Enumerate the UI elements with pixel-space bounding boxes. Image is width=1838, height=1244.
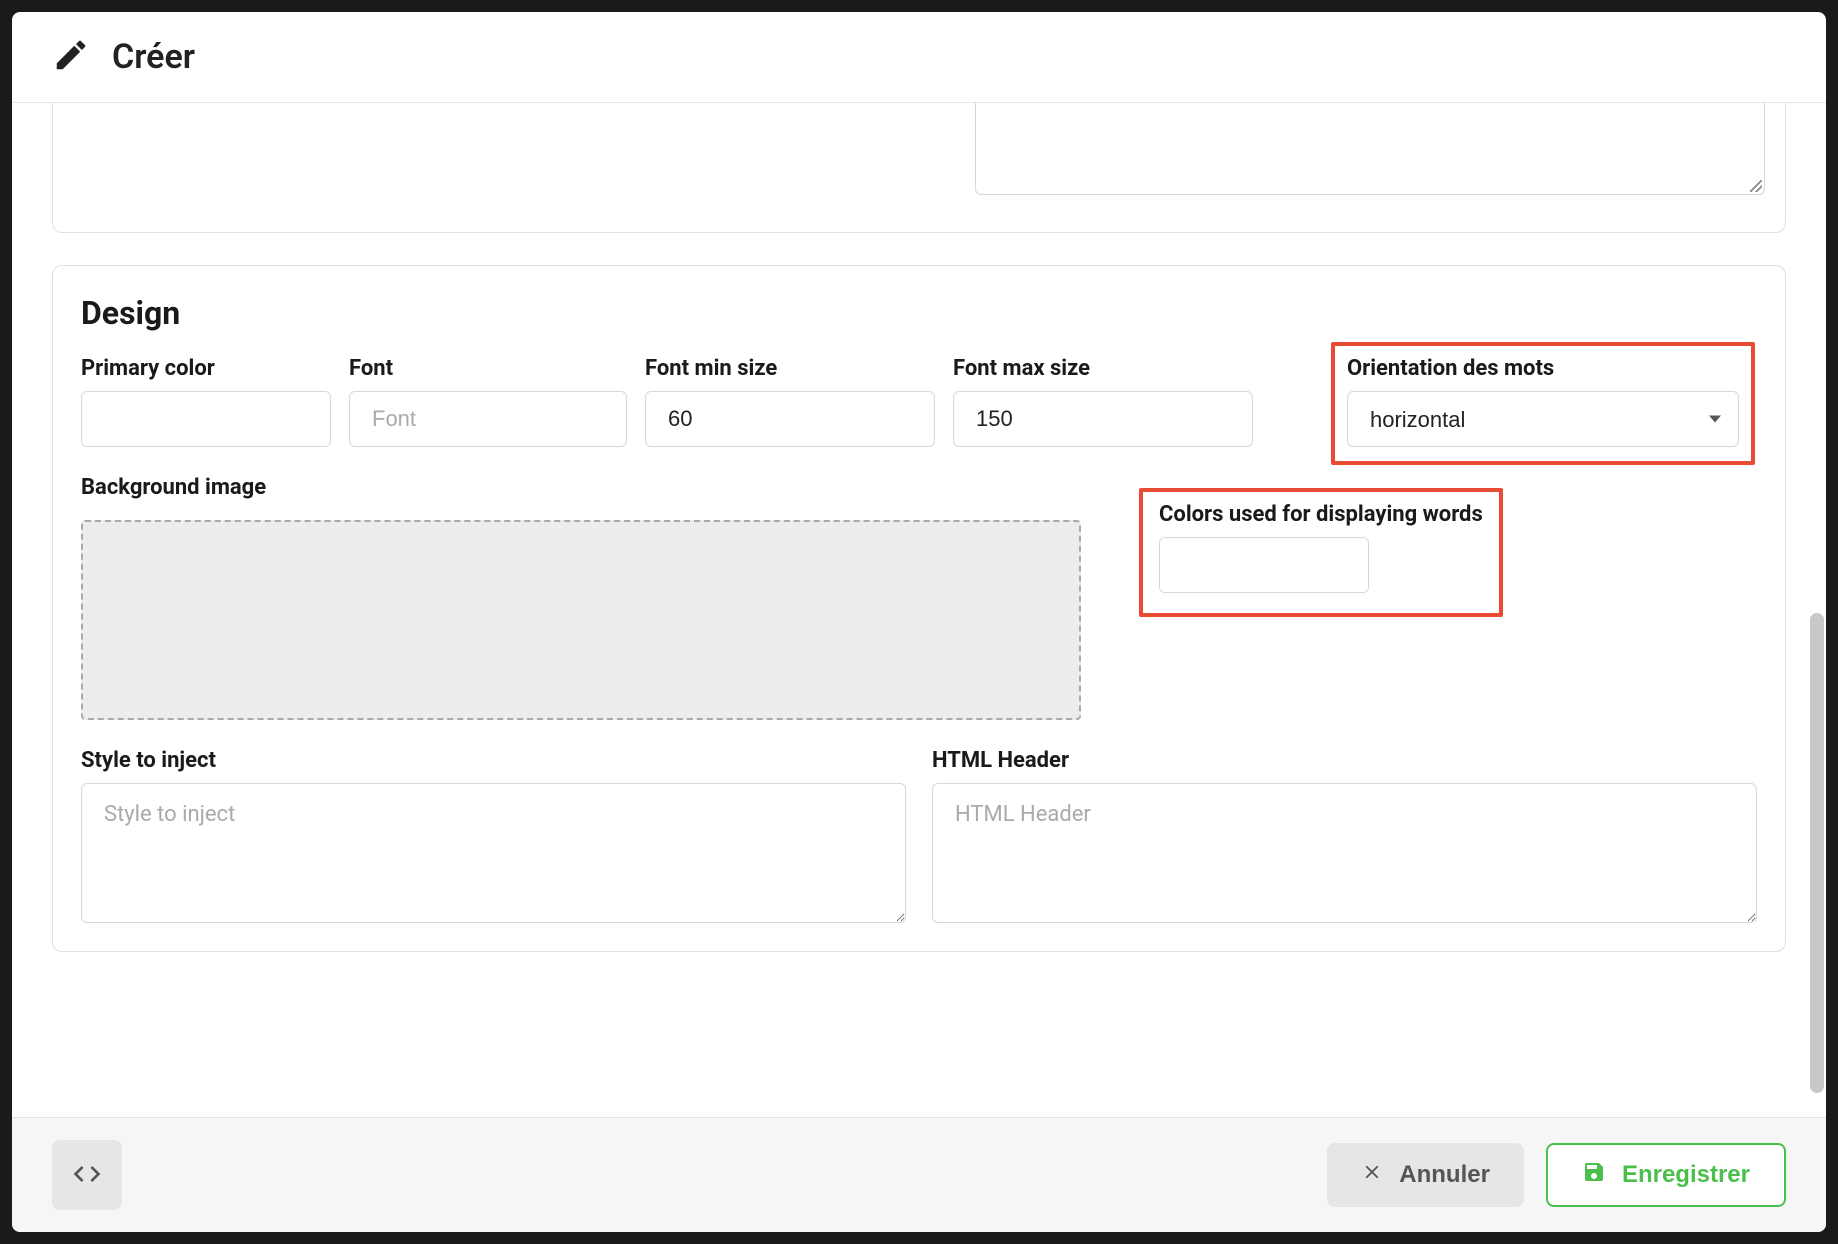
primary-color-label: Primary color	[81, 356, 331, 381]
code-icon	[71, 1158, 103, 1193]
primary-color-input[interactable]	[82, 392, 331, 446]
scrollbar-thumb[interactable]	[1810, 613, 1824, 1093]
upper-textarea-partial[interactable]	[975, 103, 1765, 195]
resize-handle-icon[interactable]	[1750, 180, 1762, 192]
cancel-button-label: Annuler	[1399, 1161, 1490, 1189]
font-max-size-label: Font max size	[953, 356, 1253, 381]
code-view-button[interactable]	[52, 1140, 122, 1210]
font-min-size-label: Font min size	[645, 356, 935, 381]
font-input[interactable]	[349, 391, 627, 447]
font-max-size-input[interactable]	[953, 391, 1253, 447]
colors-for-words-input[interactable]	[1160, 538, 1369, 592]
modal-header: Créer	[12, 12, 1826, 103]
create-modal: Créer Design Orientation des mots horizo…	[12, 12, 1826, 1232]
background-image-dropzone[interactable]	[81, 520, 1081, 720]
save-icon	[1582, 1160, 1606, 1191]
orientation-field: Orientation des mots horizontal	[1347, 356, 1739, 447]
modal-footer: Annuler Enregistrer	[12, 1117, 1826, 1232]
design-section-title: Design	[81, 294, 1757, 332]
html-header-field: HTML Header	[932, 748, 1757, 923]
cancel-button[interactable]: Annuler	[1327, 1143, 1524, 1207]
modal-body: Design Orientation des mots horizontal C…	[12, 103, 1826, 1117]
design-card: Design Orientation des mots horizontal C…	[52, 265, 1786, 952]
close-icon	[1361, 1161, 1383, 1190]
font-max-size-field: Font max size	[953, 356, 1253, 447]
font-field: Font	[349, 356, 627, 447]
style-inject-field: Style to inject	[81, 748, 906, 923]
colors-for-words-input-group	[1159, 537, 1369, 593]
primary-color-input-group	[81, 391, 331, 447]
colors-for-words-field: Colors used for displaying words	[1159, 502, 1483, 593]
orientation-label: Orientation des mots	[1347, 356, 1739, 381]
font-min-size-input[interactable]	[645, 391, 935, 447]
footer-actions: Annuler Enregistrer	[1327, 1143, 1786, 1207]
design-row-2: Background image	[81, 475, 1757, 720]
primary-color-field: Primary color	[81, 356, 331, 447]
font-label: Font	[349, 356, 627, 381]
highlight-orientation: Orientation des mots horizontal	[1331, 342, 1755, 465]
background-image-field: Background image	[81, 475, 1081, 720]
previous-card-partial	[52, 103, 1786, 233]
save-button-label: Enregistrer	[1622, 1161, 1750, 1189]
html-header-label: HTML Header	[932, 748, 1757, 773]
colors-for-words-label: Colors used for displaying words	[1159, 502, 1483, 527]
orientation-select[interactable]: horizontal	[1347, 391, 1739, 447]
font-min-size-field: Font min size	[645, 356, 935, 447]
style-inject-label: Style to inject	[81, 748, 906, 773]
save-button[interactable]: Enregistrer	[1546, 1143, 1786, 1207]
style-inject-textarea[interactable]	[81, 783, 906, 923]
highlight-colors-for-words: Colors used for displaying words	[1139, 488, 1503, 617]
pencil-icon	[52, 36, 90, 78]
background-image-label: Background image	[81, 475, 1081, 500]
html-header-textarea[interactable]	[932, 783, 1757, 923]
modal-title: Créer	[112, 37, 195, 77]
design-row-3: Style to inject HTML Header	[81, 748, 1757, 923]
